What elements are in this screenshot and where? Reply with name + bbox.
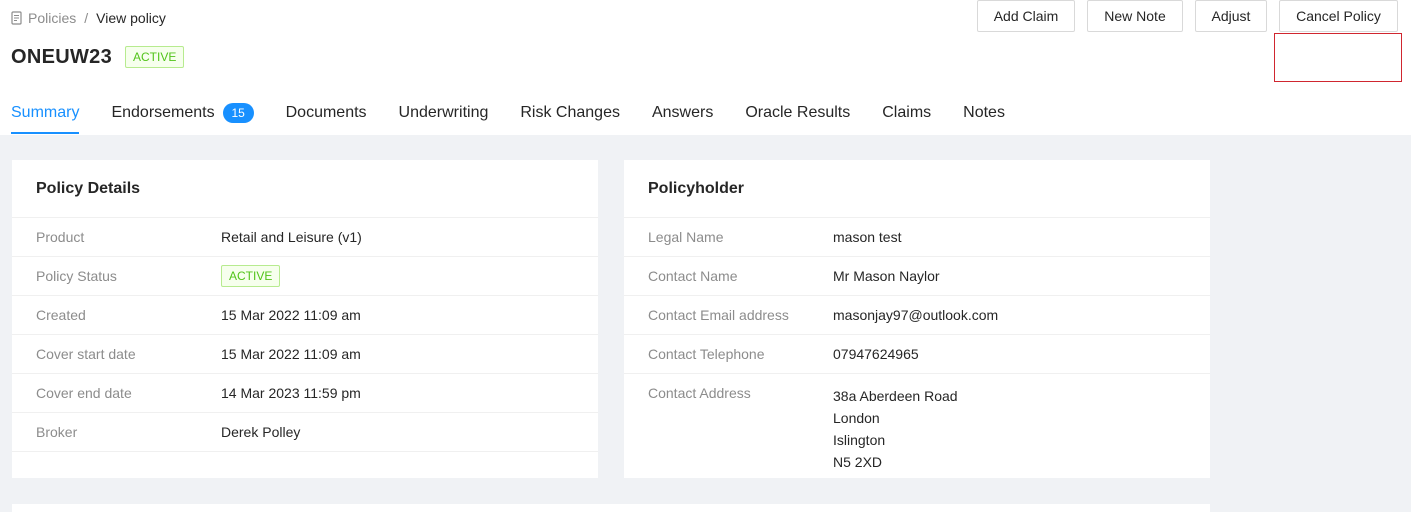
address-block: 38a Aberdeen Road London Islington N5 2X… <box>833 385 958 473</box>
detail-label: Cover start date <box>36 346 136 362</box>
address-line: Islington <box>833 432 886 448</box>
detail-row-broker: Broker Derek Polley <box>12 413 598 452</box>
status-badge: ACTIVE <box>125 46 185 68</box>
tab-documents-label: Documents <box>285 104 367 121</box>
holder-row-contact-address: Contact Address 38a Aberdeen Road London… <box>624 374 1210 482</box>
tab-answers-label: Answers <box>651 104 714 121</box>
tab-risk-changes-label: Risk Changes <box>520 104 620 121</box>
holder-value: 07947624965 <box>833 346 919 362</box>
holder-value: Mr Mason Naylor <box>833 268 940 284</box>
content-area: Policy Details Product Retail and Leisur… <box>0 135 1411 512</box>
add-claim-button[interactable]: Add Claim <box>977 0 1075 32</box>
tab-notes-label: Notes <box>963 104 1005 121</box>
detail-row-product: Product Retail and Leisure (v1) <box>12 218 598 257</box>
detail-value: 15 Mar 2022 11:09 am <box>221 346 361 362</box>
holder-value: mason test <box>833 229 902 245</box>
title-row: ONEUW23 ACTIVE <box>11 44 185 70</box>
tab-claims[interactable]: Claims <box>882 96 931 134</box>
holder-row-contact-name: Contact Name Mr Mason Naylor <box>624 257 1210 296</box>
holder-row-contact-telephone: Contact Telephone 07947624965 <box>624 335 1210 374</box>
breadcrumb-current: View policy <box>96 10 166 26</box>
holder-label: Contact Address <box>648 385 751 401</box>
page-title: ONEUW23 <box>11 45 113 68</box>
holder-label: Contact Name <box>648 268 738 284</box>
cancel-policy-button[interactable]: Cancel Policy <box>1279 0 1398 32</box>
breadcrumb-separator: / <box>84 10 89 26</box>
tab-notes[interactable]: Notes <box>963 96 1005 134</box>
detail-value: 15 Mar 2022 11:09 am <box>221 307 361 323</box>
tab-endorsements[interactable]: Endorsements 15 <box>111 96 254 134</box>
address-line: 38a Aberdeen Road <box>833 388 958 404</box>
tab-summary-label: Summary <box>11 104 80 121</box>
detail-value: Derek Polley <box>221 424 301 440</box>
holder-row-legal-name: Legal Name mason test <box>624 218 1210 257</box>
detail-label: Broker <box>36 424 78 440</box>
tab-endorsements-label: Endorsements <box>111 104 215 121</box>
holder-label: Contact Telephone <box>648 346 765 362</box>
detail-row-policy-status: Policy Status ACTIVE <box>12 257 598 296</box>
tab-claims-label: Claims <box>882 104 932 121</box>
adjust-button[interactable]: Adjust <box>1195 0 1267 32</box>
tab-risk-changes[interactable]: Risk Changes <box>520 96 620 134</box>
tab-oracle-results-label: Oracle Results <box>745 104 851 121</box>
policy-status-badge: ACTIVE <box>221 265 281 287</box>
detail-row-cover-end: Cover end date 14 Mar 2023 11:59 pm <box>12 374 598 413</box>
detail-label: Cover end date <box>36 385 132 401</box>
tab-documents[interactable]: Documents <box>286 96 367 134</box>
address-line: N5 2XD <box>833 454 883 470</box>
detail-label: Policy Status <box>36 268 117 284</box>
next-card <box>12 504 1210 512</box>
tab-bar: Summary Endorsements 15 Documents Underw… <box>11 96 1037 134</box>
breadcrumb-policies-label: Policies <box>28 10 77 26</box>
tab-underwriting[interactable]: Underwriting <box>399 96 489 134</box>
policy-details-card: Policy Details Product Retail and Leisur… <box>12 160 598 478</box>
detail-label: Created <box>36 307 86 323</box>
policyholder-title: Policyholder <box>624 160 1210 218</box>
tab-underwriting-label: Underwriting <box>398 104 489 121</box>
tab-answers[interactable]: Answers <box>652 96 713 134</box>
endorsements-count-badge: 15 <box>222 103 254 123</box>
tab-oracle-results[interactable]: Oracle Results <box>745 96 850 134</box>
address-line: London <box>833 410 880 426</box>
detail-row-cover-start: Cover start date 15 Mar 2022 11:09 am <box>12 335 598 374</box>
cancel-policy-highlight <box>1274 33 1402 82</box>
breadcrumb: Policies / View policy <box>11 9 166 27</box>
page-header: Policies / View policy ONEUW23 ACTIVE Ad… <box>0 0 1411 135</box>
detail-value: Retail and Leisure (v1) <box>221 229 362 245</box>
policy-document-icon <box>11 11 22 25</box>
breadcrumb-policies-link[interactable]: Policies <box>11 10 76 26</box>
holder-label: Contact Email address <box>648 307 789 323</box>
policy-details-title: Policy Details <box>12 160 598 218</box>
detail-label: Product <box>36 229 85 245</box>
holder-label: Legal Name <box>648 229 724 245</box>
detail-value: 14 Mar 2023 11:59 pm <box>221 385 361 401</box>
detail-row-created: Created 15 Mar 2022 11:09 am <box>12 296 598 335</box>
holder-row-contact-email: Contact Email address masonjay97@outlook… <box>624 296 1210 335</box>
holder-value: masonjay97@outlook.com <box>833 307 999 323</box>
new-note-button[interactable]: New Note <box>1087 0 1183 32</box>
tab-summary[interactable]: Summary <box>11 96 80 134</box>
policyholder-card: Policyholder Legal Name mason test Conta… <box>624 160 1210 478</box>
